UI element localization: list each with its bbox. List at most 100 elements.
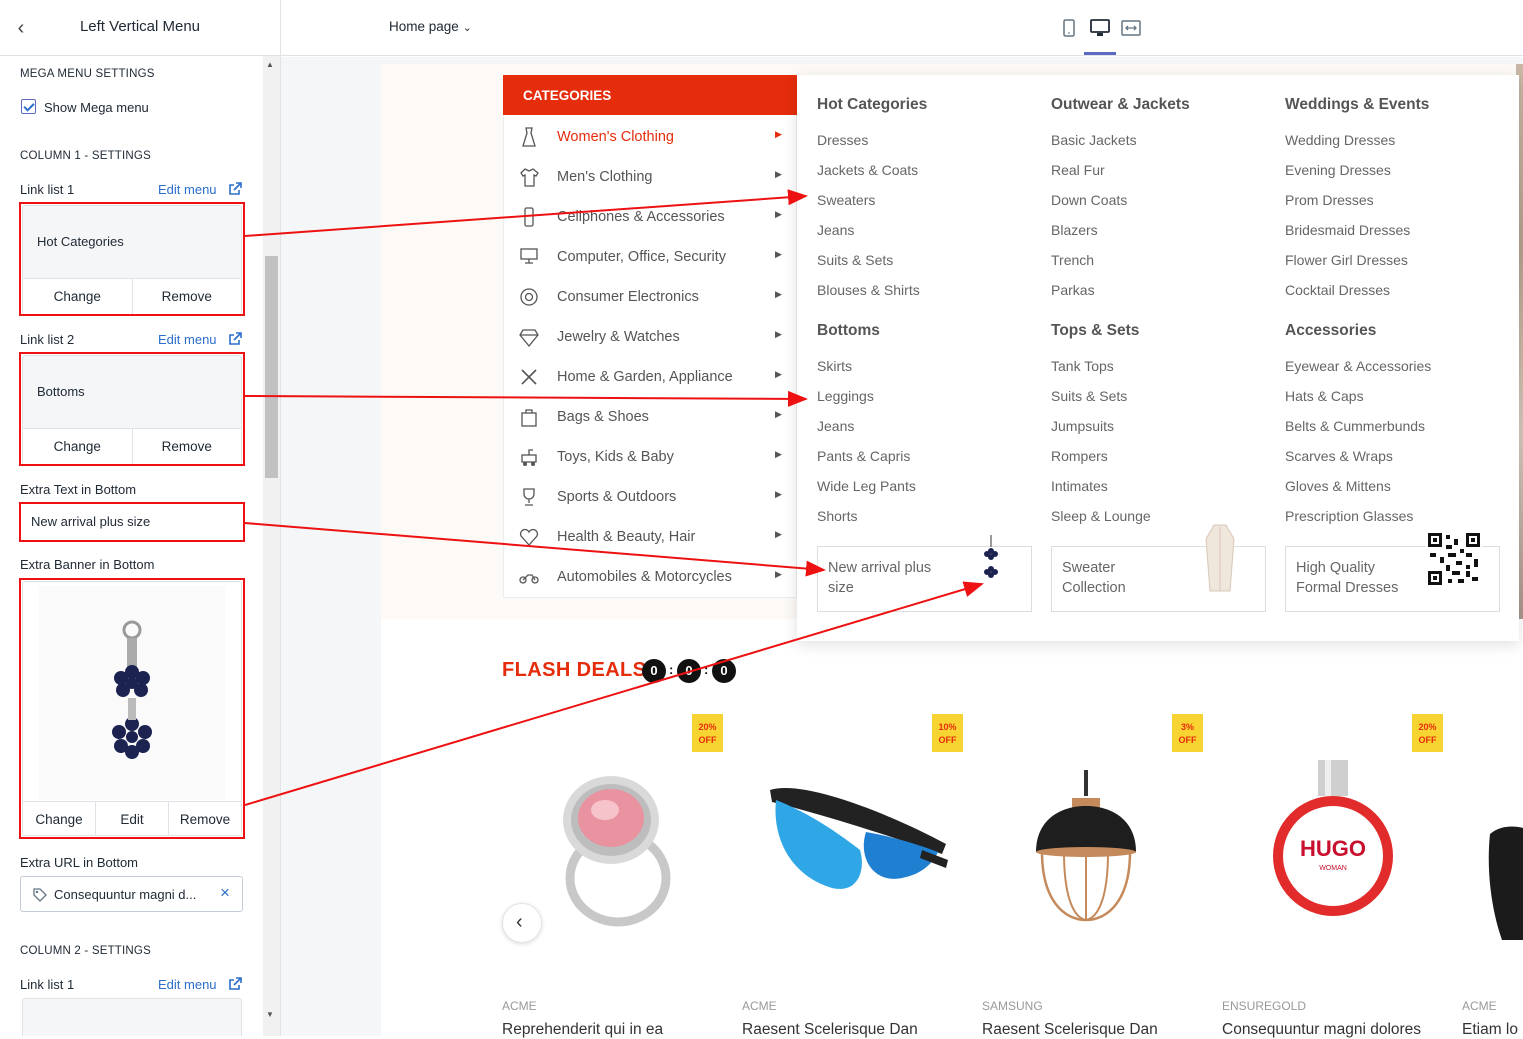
- mega-link[interactable]: Trench: [1051, 252, 1094, 268]
- mega-link[interactable]: Eyewear & Accessories: [1285, 358, 1431, 374]
- mega-banner-3[interactable]: High Quality Formal Dresses: [1285, 531, 1500, 612]
- mega-link[interactable]: Tank Tops: [1051, 358, 1114, 374]
- extra-url-field[interactable]: Consequuntur magni d... ×: [20, 876, 243, 912]
- section-title-mega: MEGA MENU SETTINGS: [20, 68, 155, 80]
- product-title[interactable]: Consequuntur magni dolores: [1222, 1021, 1421, 1039]
- scrollbar-thumb[interactable]: [265, 256, 278, 478]
- clear-icon[interactable]: ×: [220, 883, 230, 903]
- category-item[interactable]: Men's Clothing ▶: [504, 157, 796, 197]
- mega-link[interactable]: Dresses: [817, 132, 868, 148]
- desktop-icon[interactable]: [1089, 17, 1111, 39]
- edit-menu-link-col2[interactable]: Edit menu: [158, 977, 217, 992]
- pendant-lamp-image[interactable]: [1030, 770, 1142, 930]
- mega-banner-1[interactable]: New arrival plus size: [817, 535, 1032, 612]
- external-link-icon[interactable]: [228, 332, 242, 346]
- perfume-image[interactable]: HUGO WOMAN: [1270, 760, 1396, 928]
- mega-group-title[interactable]: Accessories: [1285, 322, 1376, 340]
- mega-link[interactable]: Wide Leg Pants: [817, 478, 916, 494]
- category-item[interactable]: Women's Clothing ▶: [504, 117, 796, 157]
- sunglasses-image[interactable]: [762, 780, 950, 900]
- scrollbar[interactable]: [263, 56, 280, 1036]
- edit-menu-link-2[interactable]: Edit menu: [158, 332, 217, 347]
- mega-group-title[interactable]: Bottoms: [817, 322, 880, 340]
- mega-link[interactable]: Evening Dresses: [1285, 162, 1391, 178]
- mega-link[interactable]: Jackets & Coats: [817, 162, 918, 178]
- edit-menu-link-1[interactable]: Edit menu: [158, 182, 217, 197]
- mega-link[interactable]: Down Coats: [1051, 192, 1127, 208]
- link-list-1-label: Link list 1: [20, 182, 75, 197]
- product-title[interactable]: Reprehenderit qui in ea: [502, 1021, 663, 1039]
- mega-link[interactable]: Basic Jackets: [1051, 132, 1137, 148]
- mega-link[interactable]: Belts & Cummerbunds: [1285, 418, 1425, 434]
- show-mega-checkbox[interactable]: [21, 99, 36, 114]
- category-item[interactable]: Home & Garden, Appliance ▶: [504, 357, 796, 397]
- mega-link[interactable]: Suits & Sets: [817, 252, 893, 268]
- mega-link[interactable]: Suits & Sets: [1051, 388, 1127, 404]
- fullwidth-icon[interactable]: [1120, 17, 1142, 39]
- external-link-icon[interactable]: [228, 182, 242, 196]
- mega-link[interactable]: Parkas: [1051, 282, 1095, 298]
- mega-link[interactable]: Jeans: [817, 222, 854, 238]
- computer-icon: [520, 248, 538, 264]
- extra-url-label: Extra URL in Bottom: [20, 855, 139, 870]
- mega-link[interactable]: Sleep & Lounge: [1051, 508, 1151, 524]
- mega-link[interactable]: Flower Girl Dresses: [1285, 252, 1408, 268]
- mega-link[interactable]: Blouses & Shirts: [817, 282, 920, 298]
- category-item[interactable]: Toys, Kids & Baby ▶: [504, 437, 796, 477]
- mega-group-title[interactable]: Outwear & Jackets: [1051, 96, 1190, 114]
- mega-link[interactable]: Hats & Caps: [1285, 388, 1364, 404]
- mega-link[interactable]: Cocktail Dresses: [1285, 282, 1390, 298]
- carousel-prev-button[interactable]: ‹: [502, 903, 542, 943]
- category-label: Toys, Kids & Baby: [557, 449, 674, 465]
- mega-link[interactable]: Rompers: [1051, 448, 1108, 464]
- external-link-icon[interactable]: [228, 977, 242, 991]
- mega-link[interactable]: Prescription Glasses: [1285, 508, 1413, 524]
- mega-link[interactable]: Sweaters: [817, 192, 875, 208]
- tools-icon: [521, 369, 537, 385]
- ring-image[interactable]: [553, 768, 683, 928]
- trophy-icon: [523, 488, 535, 506]
- category-item[interactable]: Computer, Office, Security ▶: [504, 237, 796, 277]
- mega-link[interactable]: Leggings: [817, 388, 874, 404]
- category-item[interactable]: Bags & Shoes ▶: [504, 397, 796, 437]
- mega-link[interactable]: Wedding Dresses: [1285, 132, 1395, 148]
- category-item[interactable]: Automobiles & Motorcycles ▶: [504, 557, 796, 597]
- mega-link[interactable]: Gloves & Mittens: [1285, 478, 1391, 494]
- mega-link[interactable]: Blazers: [1051, 222, 1098, 238]
- category-item[interactable]: Consumer Electronics ▶: [504, 277, 796, 317]
- scroll-up-icon[interactable]: ▲: [266, 60, 274, 69]
- mega-link[interactable]: Intimates: [1051, 478, 1108, 494]
- page-selector[interactable]: Home page ⌄: [389, 19, 472, 34]
- category-item[interactable]: Jewelry & Watches ▶: [504, 317, 796, 357]
- bag-icon: [521, 409, 537, 427]
- mega-link[interactable]: Skirts: [817, 358, 852, 374]
- mega-group-title[interactable]: Tops & Sets: [1051, 322, 1139, 340]
- flash-deals-title: FLASH DEALS: [502, 659, 647, 681]
- mega-link[interactable]: Scarves & Wraps: [1285, 448, 1393, 464]
- banner-text: size: [828, 580, 854, 596]
- mega-link[interactable]: Jeans: [817, 418, 854, 434]
- mega-link[interactable]: Jumpsuits: [1051, 418, 1114, 434]
- extra-banner-label: Extra Banner in Bottom: [20, 557, 155, 572]
- mega-link[interactable]: Shorts: [817, 508, 857, 524]
- chevron-right-icon: ▶: [775, 409, 782, 419]
- product-title[interactable]: Etiam lo: [1462, 1021, 1523, 1039]
- category-item[interactable]: Sports & Outdoors ▶: [504, 477, 796, 517]
- product-brand: ACME: [742, 999, 777, 1013]
- mobile-icon[interactable]: [1058, 17, 1080, 39]
- category-item[interactable]: Health & Beauty, Hair ▶: [504, 517, 796, 557]
- scroll-down-icon[interactable]: ▼: [266, 1010, 274, 1019]
- mega-link[interactable]: Prom Dresses: [1285, 192, 1374, 208]
- mega-link[interactable]: Pants & Capris: [817, 448, 910, 464]
- bag-image[interactable]: [1484, 822, 1523, 942]
- mega-banner-2[interactable]: Sweater Collection: [1051, 524, 1266, 612]
- mega-group-title[interactable]: Weddings & Events: [1285, 96, 1429, 114]
- discount-badge: 10% OFF: [932, 714, 963, 752]
- mega-link[interactable]: Real Fur: [1051, 162, 1105, 178]
- product-title[interactable]: Raesent Scelerisque Dan: [742, 1021, 918, 1039]
- mega-link[interactable]: Bridesmaid Dresses: [1285, 222, 1410, 238]
- category-item[interactable]: Cellphones & Accessories ▶: [504, 197, 796, 237]
- product-brand: ENSUREGOLD: [1222, 999, 1307, 1013]
- mega-group-title[interactable]: Hot Categories: [817, 96, 927, 114]
- product-title[interactable]: Raesent Scelerisque Dan: [982, 1021, 1158, 1039]
